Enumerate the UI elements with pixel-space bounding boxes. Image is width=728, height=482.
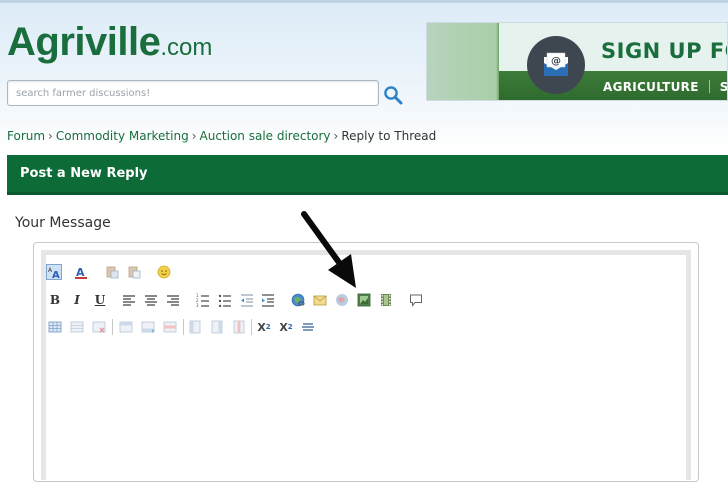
svg-text:@: @ <box>551 56 561 67</box>
banner-tab-agriculture[interactable]: AGRICULTURE <box>603 80 699 94</box>
email-icon: @ <box>527 36 585 94</box>
table-properties-icon[interactable] <box>69 319 85 335</box>
banner-title: SIGN UP FOR <box>601 39 727 63</box>
delete-column-icon[interactable] <box>231 319 247 335</box>
logo-tld: .com <box>160 34 213 61</box>
banner-tabs: AGRICULTURE SW <box>603 80 727 94</box>
delete-table-icon[interactable] <box>91 319 107 335</box>
font-color-icon[interactable]: A <box>73 264 89 280</box>
bullet-list-icon[interactable] <box>217 292 233 308</box>
align-left-icon[interactable] <box>121 292 137 308</box>
align-right-icon[interactable] <box>165 292 181 308</box>
subscript-button[interactable]: X2 <box>256 319 272 335</box>
toolbar-separator <box>112 319 113 335</box>
superscript-mark: 2 <box>287 323 293 331</box>
subscript-x: X <box>257 320 266 334</box>
bold-button[interactable]: B <box>47 292 63 308</box>
insert-column-after-icon[interactable] <box>209 319 225 335</box>
superscript-x: X <box>279 320 288 334</box>
indent-icon[interactable] <box>260 292 276 308</box>
italic-button[interactable]: I <box>69 292 85 308</box>
search-icon[interactable] <box>383 85 403 105</box>
numbered-list-icon[interactable]: 123 <box>195 292 211 308</box>
insert-link-icon[interactable] <box>290 292 306 308</box>
your-message-label: Your Message <box>15 215 111 231</box>
insert-row-above-icon[interactable] <box>118 319 134 335</box>
logo-text: Agriville <box>7 20 161 64</box>
breadcrumb-auction-sale-directory[interactable]: Auction sale directory <box>200 129 331 143</box>
paste-icon[interactable] <box>104 264 120 280</box>
breadcrumb-forum[interactable]: Forum <box>7 129 45 143</box>
breadcrumb-current: Reply to Thread <box>341 129 437 143</box>
svg-text:A: A <box>52 270 60 279</box>
insert-table-icon[interactable] <box>47 319 63 335</box>
strikethrough-icon[interactable] <box>300 319 316 335</box>
breadcrumb-separator: › <box>333 129 339 143</box>
post-reply-title: Post a New Reply <box>20 166 148 181</box>
insert-row-below-icon[interactable] <box>140 319 156 335</box>
newsletter-banner[interactable]: @ SIGN UP FOR AGRICULTURE SW <box>426 22 728 101</box>
quote-icon[interactable] <box>408 292 424 308</box>
breadcrumb-separator: › <box>191 129 197 143</box>
insert-image-icon[interactable] <box>356 292 372 308</box>
toolbar-separator <box>183 319 184 335</box>
toolbar-separator <box>251 319 252 335</box>
paste-text-icon[interactable] <box>126 264 142 280</box>
delete-row-icon[interactable] <box>162 319 178 335</box>
underline-button[interactable]: U <box>92 292 108 308</box>
insert-email-icon[interactable] <box>312 292 328 308</box>
agriville-logo[interactable]: Agriville.com <box>7 22 212 62</box>
breadcrumb-commodity-marketing[interactable]: Commodity Marketing <box>56 129 189 143</box>
insert-video-icon[interactable] <box>378 292 394 308</box>
banner-tab-sw[interactable]: SW <box>720 80 727 94</box>
outdent-icon[interactable] <box>239 292 255 308</box>
subscript-mark: 2 <box>265 323 271 331</box>
remove-link-icon[interactable] <box>334 292 350 308</box>
smiley-icon[interactable] <box>156 264 172 280</box>
superscript-button[interactable]: X2 <box>278 319 294 335</box>
svg-text:3: 3 <box>196 303 199 307</box>
breadcrumb-separator: › <box>48 129 53 143</box>
header-top-line <box>0 0 728 3</box>
search-input[interactable] <box>7 80 379 106</box>
insert-column-before-icon[interactable] <box>187 319 203 335</box>
align-center-icon[interactable] <box>143 292 159 308</box>
message-text-area[interactable] <box>41 250 691 480</box>
font-size-icon[interactable]: AA <box>46 264 62 280</box>
breadcrumb: Forum › Commodity Marketing › Auction sale d… <box>7 129 436 143</box>
post-reply-header: Post a New Reply <box>7 155 728 195</box>
